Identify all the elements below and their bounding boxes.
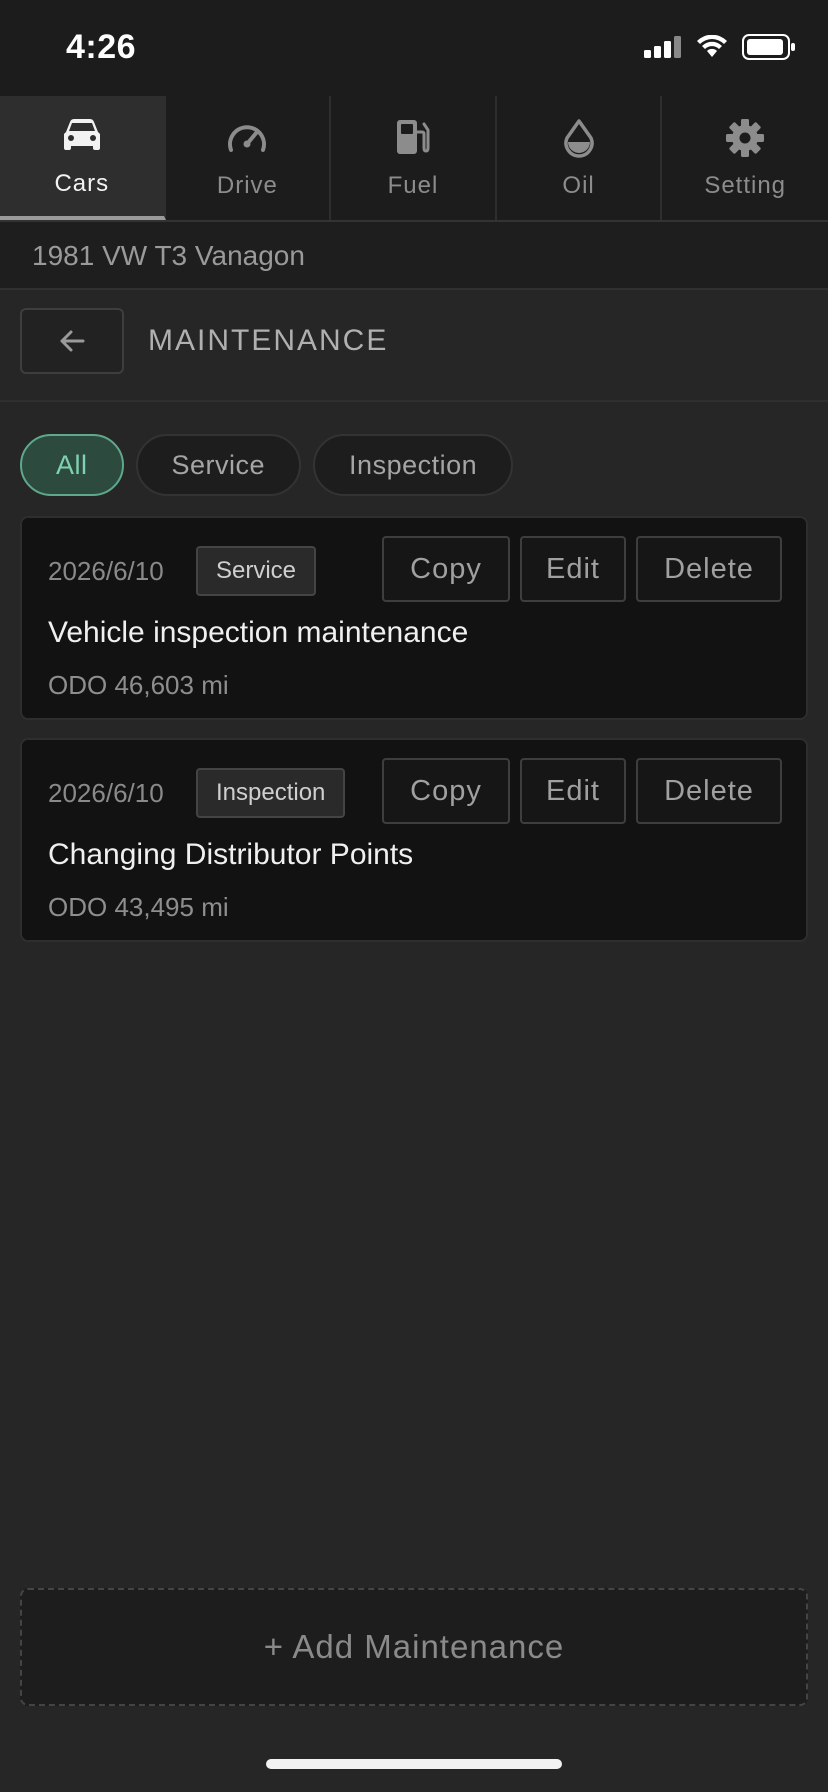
- fuel-icon: [391, 116, 435, 160]
- filter-service[interactable]: Service: [135, 434, 302, 496]
- arrow-left-icon: [60, 330, 85, 352]
- record-actions: Copy Edit Delete: [382, 536, 782, 602]
- back-button[interactable]: [20, 308, 124, 374]
- edit-button[interactable]: Edit: [520, 536, 626, 602]
- gear-icon: [723, 116, 767, 160]
- tab-fuel[interactable]: Fuel: [331, 96, 497, 220]
- tab-oil[interactable]: Oil: [497, 96, 663, 220]
- page-title: MAINTENANCE: [148, 324, 389, 357]
- main-tab-bar: Cars Drive Fuel Oil Setting: [0, 96, 828, 222]
- copy-button[interactable]: Copy: [382, 536, 510, 602]
- tab-label: Oil: [562, 172, 595, 199]
- tab-setting[interactable]: Setting: [662, 96, 828, 220]
- delete-button[interactable]: Delete: [636, 758, 782, 824]
- record-type-badge: Inspection: [196, 768, 346, 818]
- filter-all[interactable]: All: [20, 434, 124, 496]
- battery-icon: [742, 34, 795, 60]
- screen: 4:26 Cars Drive Fuel Oil Setting 1981 VW…: [0, 0, 828, 1792]
- signal-icon: [644, 36, 681, 58]
- filter-inspection[interactable]: Inspection: [313, 434, 514, 496]
- tab-label: Setting: [704, 172, 787, 199]
- car-icon: [60, 114, 104, 158]
- tab-label: Drive: [216, 172, 278, 199]
- tab-label: Fuel: [387, 172, 439, 199]
- delete-button[interactable]: Delete: [636, 536, 782, 602]
- record-date: 2026/6/10: [48, 778, 164, 808]
- tab-drive[interactable]: Drive: [166, 96, 332, 220]
- record-odometer: ODO 46,603 mi: [48, 670, 229, 700]
- record-title: Changing Distributor Points: [48, 838, 414, 871]
- copy-button[interactable]: Copy: [382, 758, 510, 824]
- filter-chips: All Service Inspection: [20, 434, 514, 496]
- vehicle-bar[interactable]: 1981 VW T3 Vanagon: [0, 222, 828, 290]
- record-date: 2026/6/10: [48, 556, 164, 586]
- vehicle-name: 1981 VW T3 Vanagon: [32, 240, 305, 271]
- oil-drop-icon: [557, 116, 601, 160]
- tab-label: Cars: [54, 170, 110, 197]
- gauge-icon: [225, 116, 269, 160]
- record-title: Vehicle inspection maintenance: [48, 616, 469, 649]
- status-icons: [644, 34, 796, 60]
- wifi-icon: [697, 35, 727, 57]
- add-maintenance-button[interactable]: + Add Maintenance: [20, 1588, 808, 1706]
- record-odometer: ODO 43,495 mi: [48, 892, 229, 922]
- home-indicator[interactable]: [266, 1759, 562, 1769]
- edit-button[interactable]: Edit: [520, 758, 626, 824]
- status-time: 4:26: [66, 28, 137, 66]
- record-actions: Copy Edit Delete: [382, 758, 782, 824]
- tab-cars[interactable]: Cars: [0, 96, 166, 220]
- maintenance-card[interactable]: 2026/6/10 Service Copy Edit Delete Vehic…: [20, 516, 808, 720]
- status-bar: 4:26: [0, 0, 828, 96]
- maintenance-card[interactable]: 2026/6/10 Inspection Copy Edit Delete Ch…: [20, 738, 808, 942]
- record-type-badge: Service: [196, 546, 317, 596]
- section-header: MAINTENANCE: [0, 290, 828, 402]
